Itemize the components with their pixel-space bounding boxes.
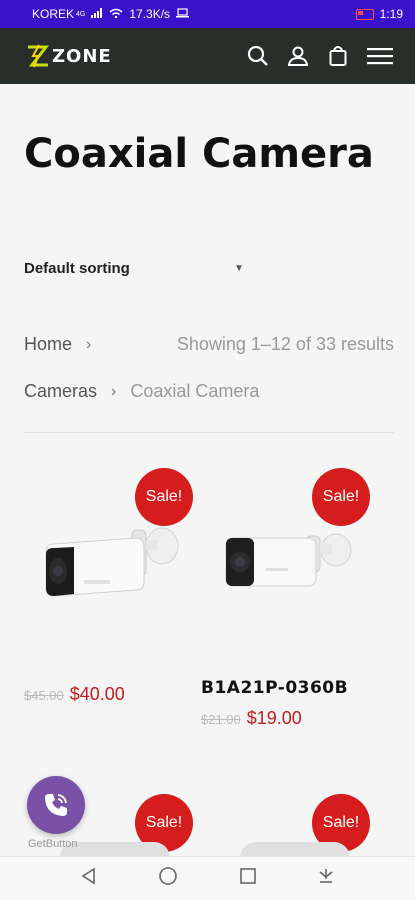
recents-icon[interactable] <box>239 867 257 890</box>
signal-icon <box>91 7 103 21</box>
page-title: Coaxial Camera <box>24 131 374 177</box>
sorting-value: Default sorting <box>24 259 130 277</box>
logo-text: ZONE <box>52 45 112 67</box>
clock: 1:19 <box>379 7 403 21</box>
divider <box>24 432 394 433</box>
status-bar: KOREK 4G 17.3K/s 1:19 <box>0 0 415 28</box>
breadcrumb-home[interactable]: Home <box>24 334 72 355</box>
battery-icon <box>355 8 374 20</box>
breadcrumb-row-2: Cameras › Coaxial Camera <box>24 381 259 402</box>
old-price: $21.00 <box>201 712 241 727</box>
laptop-icon <box>176 7 190 21</box>
old-price: $45.00 <box>24 688 64 703</box>
caret-down-icon: ▼ <box>234 262 244 274</box>
search-icon[interactable] <box>247 45 269 67</box>
product-price: $21.00 $19.00 <box>201 708 302 729</box>
data-speed: 17.3K/s <box>129 7 171 21</box>
logo-bolt-icon <box>24 43 50 69</box>
product-name[interactable]: B1A21P-0360B <box>201 678 348 698</box>
home-icon[interactable] <box>158 866 178 891</box>
carrier-label: KOREK <box>32 7 75 21</box>
phone-icon <box>45 794 67 816</box>
wifi-icon <box>109 7 123 21</box>
menu-icon[interactable] <box>367 45 393 67</box>
result-count: Showing 1–12 of 33 results <box>176 334 394 354</box>
back-icon[interactable] <box>80 867 98 890</box>
product-image[interactable] <box>44 524 184 611</box>
product-image[interactable] <box>224 528 354 599</box>
site-logo[interactable]: ZONE <box>24 43 112 69</box>
call-button[interactable] <box>27 776 85 834</box>
sale-badge: Sale! <box>135 468 193 526</box>
sale-badge: Sale! <box>312 468 370 526</box>
breadcrumb-separator: › <box>86 335 92 353</box>
cart-icon[interactable] <box>327 45 349 67</box>
breadcrumb-separator: › <box>111 382 117 400</box>
account-icon[interactable] <box>287 45 309 67</box>
breadcrumb: Home › Showing 1–12 of 33 results <box>24 334 394 355</box>
network-type: 4G <box>76 10 86 18</box>
sale-price: $40.00 <box>69 684 125 704</box>
getbutton-label: GetButton <box>28 838 78 850</box>
breadcrumb-cameras[interactable]: Cameras <box>24 381 97 402</box>
site-header: ZONE <box>0 28 415 84</box>
notification-pull-icon[interactable] <box>317 867 335 890</box>
sorting-dropdown[interactable]: Default sorting ▼ <box>24 256 244 280</box>
sale-price: $19.00 <box>246 708 302 728</box>
product-price: $45.00 $40.00 <box>24 684 125 705</box>
breadcrumb-current: Coaxial Camera <box>130 381 260 401</box>
system-nav-bar <box>0 856 415 900</box>
